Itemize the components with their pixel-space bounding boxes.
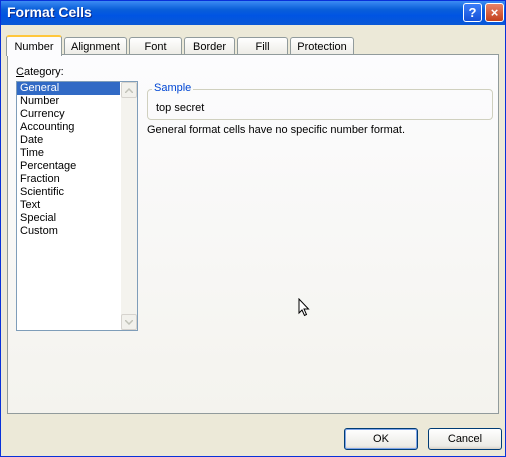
close-button[interactable]: ×: [485, 3, 504, 22]
category-scrollbar[interactable]: [121, 82, 137, 330]
chevron-up-icon: [125, 87, 133, 93]
format-description: General format cells have no specific nu…: [147, 124, 406, 136]
category-item-scientific[interactable]: Scientific: [17, 186, 120, 199]
category-item-text[interactable]: Text: [17, 199, 120, 212]
mouse-pointer-icon: [298, 298, 310, 317]
help-icon: ?: [468, 5, 477, 20]
category-label: Category:: [16, 66, 64, 78]
category-item-special[interactable]: Special: [17, 212, 120, 225]
category-item-percentage[interactable]: Percentage: [17, 160, 120, 173]
tab-font[interactable]: Font: [129, 37, 182, 55]
category-item-accounting[interactable]: Accounting: [17, 121, 120, 134]
scroll-down-button[interactable]: [121, 314, 137, 330]
chevron-down-icon: [125, 319, 133, 325]
tab-alignment[interactable]: Alignment: [64, 37, 127, 55]
format-cells-dialog: Format Cells ? × Number Alignment Font B…: [0, 0, 506, 457]
help-button[interactable]: ?: [463, 3, 482, 22]
title-bar[interactable]: Format Cells ? ×: [1, 1, 505, 25]
tab-border[interactable]: Border: [184, 37, 235, 55]
category-list: General Number Currency Accounting Date …: [17, 82, 120, 238]
ok-button[interactable]: OK: [344, 428, 418, 450]
category-item-currency[interactable]: Currency: [17, 108, 120, 121]
window-title: Format Cells: [7, 4, 92, 20]
tab-protection[interactable]: Protection: [290, 37, 354, 55]
category-item-date[interactable]: Date: [17, 134, 120, 147]
category-item-number[interactable]: Number: [17, 95, 120, 108]
number-tab-panel: Category: General Number Currency Accoun…: [7, 54, 499, 414]
tab-number[interactable]: Number: [6, 35, 62, 56]
close-icon: ×: [490, 5, 499, 20]
sample-value: top secret: [156, 102, 205, 114]
category-item-time[interactable]: Time: [17, 147, 120, 160]
scroll-up-button[interactable]: [121, 82, 137, 98]
tab-fill[interactable]: Fill: [237, 37, 288, 55]
tab-strip: Number Alignment Font Border Fill Protec…: [6, 35, 501, 56]
category-item-general[interactable]: General: [17, 82, 120, 95]
category-label-text: ategory:: [23, 66, 64, 78]
category-label-mnemonic: C: [16, 66, 24, 78]
category-listbox[interactable]: General Number Currency Accounting Date …: [16, 81, 138, 331]
category-item-custom[interactable]: Custom: [17, 225, 120, 238]
sample-group: Sample top secret: [147, 82, 493, 120]
cancel-button[interactable]: Cancel: [428, 428, 502, 450]
sample-legend: Sample: [152, 82, 194, 94]
category-item-fraction[interactable]: Fraction: [17, 173, 120, 186]
